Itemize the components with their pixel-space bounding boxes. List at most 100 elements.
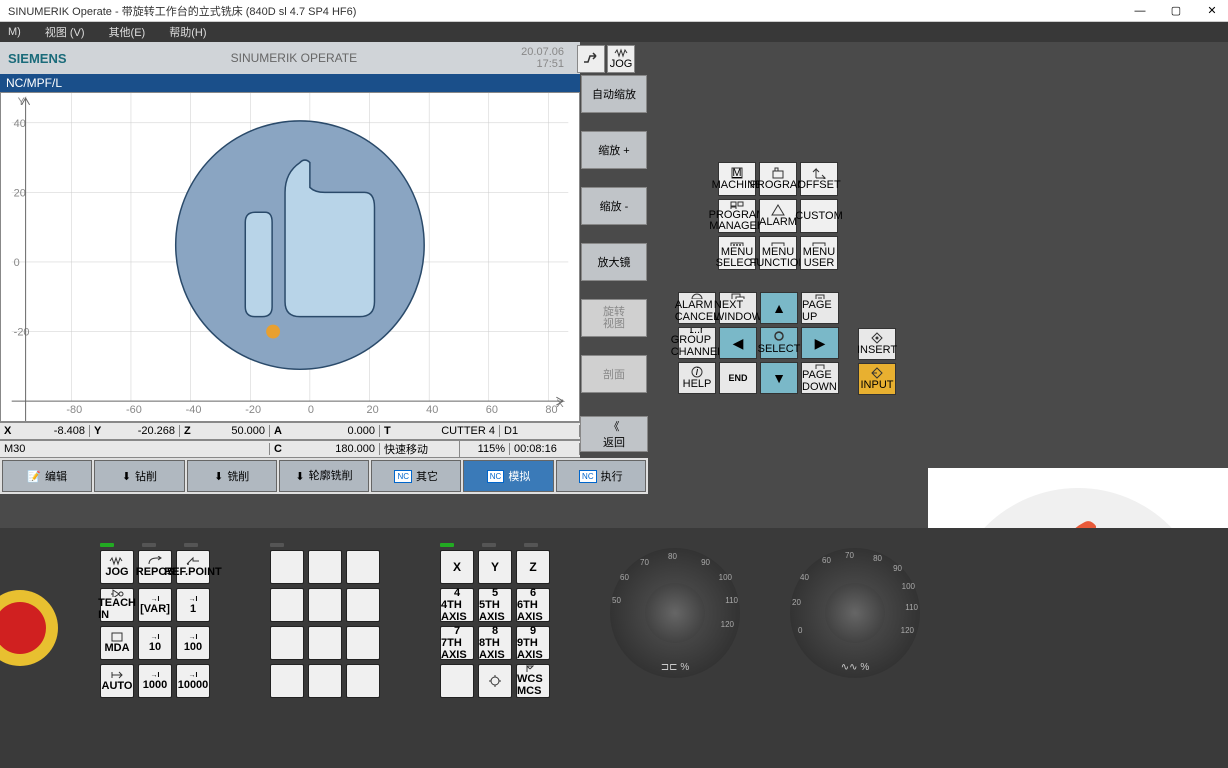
feed-override-dial[interactable]: ⊐⊏ % 50 60 70 80 90 100 110 120 xyxy=(610,548,740,678)
key-blank[interactable] xyxy=(308,550,342,584)
key-axis-y[interactable]: Y xyxy=(478,550,512,584)
key-axis-5[interactable]: 55TH AXIS xyxy=(478,588,512,622)
action-mill[interactable]: ⬇铣削 xyxy=(187,460,277,492)
key-offset[interactable]: OFFSET xyxy=(800,162,838,196)
coord-row-1: X-8.408 Y-20.268 Z50.000 A0.000 TCUTTER … xyxy=(0,422,580,440)
spindle-override-dial[interactable]: ∿∿ % 0 20 40 60 70 80 90 100 110 120 xyxy=(790,548,920,678)
close-icon[interactable]: ✕ xyxy=(1204,3,1220,19)
window-title: SINUMERIK Operate - 带旋转工作台的立式铣床 (840D sl… xyxy=(8,3,356,19)
arrow-right-icon: ▶ xyxy=(815,335,826,352)
key-program[interactable]: PROGRAM xyxy=(759,162,797,196)
mill-icon: ⬇ xyxy=(214,470,223,483)
key-axis-9[interactable]: 99TH AXIS xyxy=(516,626,550,660)
menu-m[interactable]: M) xyxy=(4,26,25,38)
action-simulate[interactable]: NC模拟 xyxy=(463,460,553,492)
key-wcs-mcs[interactable]: WCS MCS xyxy=(516,664,550,698)
svg-text:-40: -40 xyxy=(186,404,202,416)
key-inc1[interactable]: →I1 xyxy=(176,588,210,622)
action-contour[interactable]: ⬇轮廓铣削 xyxy=(279,460,369,492)
key-menu-function[interactable]: MENU FUNCTION xyxy=(759,236,797,270)
key-axis-6[interactable]: 66TH AXIS xyxy=(516,588,550,622)
key-inc10[interactable]: →I10 xyxy=(138,626,172,660)
key-inc10000[interactable]: →I10000 xyxy=(176,664,210,698)
key-arrow-up[interactable]: ▲ xyxy=(760,292,798,324)
key-blank[interactable] xyxy=(440,664,474,698)
key-blank[interactable] xyxy=(308,664,342,698)
bottom-softkeys: 📝编辑 ⬇钻削 ⬇铣削 ⬇轮廓铣削 NC其它 NC模拟 NC执行 xyxy=(0,458,648,494)
side-btn-magnify[interactable]: 放大镜 xyxy=(581,243,647,281)
svg-text:M: M xyxy=(732,167,741,179)
key-inc100[interactable]: →I100 xyxy=(176,626,210,660)
key-axis-x[interactable]: X xyxy=(440,550,474,584)
key-insert[interactable]: INSERT xyxy=(858,328,896,360)
side-btn-zoomin[interactable]: 缩放 + xyxy=(581,131,647,169)
key-blank[interactable] xyxy=(346,588,380,622)
key-teachin[interactable]: TEACH IN xyxy=(100,588,134,622)
key-alarm[interactable]: ALARM xyxy=(759,199,797,233)
key-axis-4[interactable]: 44TH AXIS xyxy=(440,588,474,622)
key-axis-8[interactable]: 88TH AXIS xyxy=(478,626,512,660)
key-page-up[interactable]: PAGE UP xyxy=(801,292,839,324)
key-blank[interactable] xyxy=(308,626,342,660)
key-help[interactable]: iHELP xyxy=(678,362,716,394)
header-datetime: 20.07.06 17:51 xyxy=(521,46,564,70)
svg-text:-20: -20 xyxy=(245,404,261,416)
key-auto[interactable]: AUTO xyxy=(100,664,134,698)
key-input[interactable]: INPUT xyxy=(858,363,896,395)
drill-icon: ⬇ xyxy=(122,470,131,483)
channel-icon[interactable] xyxy=(577,45,605,73)
navigation-keys: ALARM CANCEL NEXT WINDOW ▲ PAGE UP 1..nG… xyxy=(678,292,839,394)
key-arrow-left[interactable]: ◀ xyxy=(719,327,757,359)
key-group-channel[interactable]: 1..nGROUP CHANNEL xyxy=(678,327,716,359)
key-blank[interactable] xyxy=(270,588,304,622)
menubar: M) 视图 (V) 其他(E) 帮助(H) xyxy=(0,22,1228,42)
key-blank[interactable] xyxy=(270,550,304,584)
key-blank[interactable] xyxy=(308,588,342,622)
key-blank[interactable] xyxy=(478,664,512,698)
side-btn-zoomout[interactable]: 缩放 - xyxy=(581,187,647,225)
key-page-down[interactable]: PAGE DOWN xyxy=(801,362,839,394)
key-menu-user[interactable]: MENU USER xyxy=(800,236,838,270)
svg-text:40: 40 xyxy=(426,404,438,416)
key-next-window[interactable]: NEXT WINDOW xyxy=(719,292,757,324)
key-end[interactable]: END xyxy=(719,362,757,394)
key-custom[interactable]: CUSTOM xyxy=(800,199,838,233)
key-select[interactable]: SELECT xyxy=(760,327,798,359)
emergency-stop[interactable] xyxy=(0,588,60,668)
key-program-manager[interactable]: PROGRAM MANAGER xyxy=(718,199,756,233)
key-refpoint[interactable]: REF.POINT xyxy=(176,550,210,584)
key-blank[interactable] xyxy=(270,664,304,698)
side-btn-autozoom[interactable]: 自动缩放 xyxy=(581,75,647,113)
key-alarm-cancel[interactable]: ALARM CANCEL xyxy=(678,292,716,324)
menu-help[interactable]: 帮助(H) xyxy=(165,24,210,40)
maximize-icon[interactable]: ▢ xyxy=(1168,3,1184,19)
back-button[interactable]: 《 返回 xyxy=(580,416,648,452)
minimize-icon[interactable]: — xyxy=(1132,3,1148,19)
key-inc1000[interactable]: →I1000 xyxy=(138,664,172,698)
svg-text:-80: -80 xyxy=(66,404,82,416)
menu-other[interactable]: 其他(E) xyxy=(105,24,150,40)
action-drill[interactable]: ⬇钻削 xyxy=(94,460,184,492)
key-blank[interactable] xyxy=(270,626,304,660)
action-other[interactable]: NC其它 xyxy=(371,460,461,492)
key-blank[interactable] xyxy=(346,664,380,698)
key-var[interactable]: →I[VAR] xyxy=(138,588,172,622)
key-axis-z[interactable]: Z xyxy=(516,550,550,584)
action-edit[interactable]: 📝编辑 xyxy=(2,460,92,492)
key-jog[interactable]: JOG xyxy=(100,550,134,584)
key-axis-7[interactable]: 77TH AXIS xyxy=(440,626,474,660)
svg-text:60: 60 xyxy=(486,404,498,416)
nc-icon: NC xyxy=(487,470,505,483)
menu-view[interactable]: 视图 (V) xyxy=(41,24,89,40)
contour-icon: ⬇ xyxy=(295,470,304,483)
key-arrow-down[interactable]: ▼ xyxy=(760,362,798,394)
key-mda[interactable]: MDA xyxy=(100,626,134,660)
svg-text:0: 0 xyxy=(14,257,20,269)
key-blank[interactable] xyxy=(346,550,380,584)
action-execute[interactable]: NC执行 xyxy=(556,460,646,492)
key-blank[interactable] xyxy=(346,626,380,660)
key-arrow-right[interactable]: ▶ xyxy=(801,327,839,359)
machine-keyboard: JOG REPOS REF.POINT TEACH IN →I[VAR] →I1… xyxy=(0,528,1228,768)
simulation-plot[interactable]: -80-60-40 -20020 406080 40200-20 XY xyxy=(0,92,580,422)
jog-mode-icon[interactable]: JOG xyxy=(607,45,635,73)
